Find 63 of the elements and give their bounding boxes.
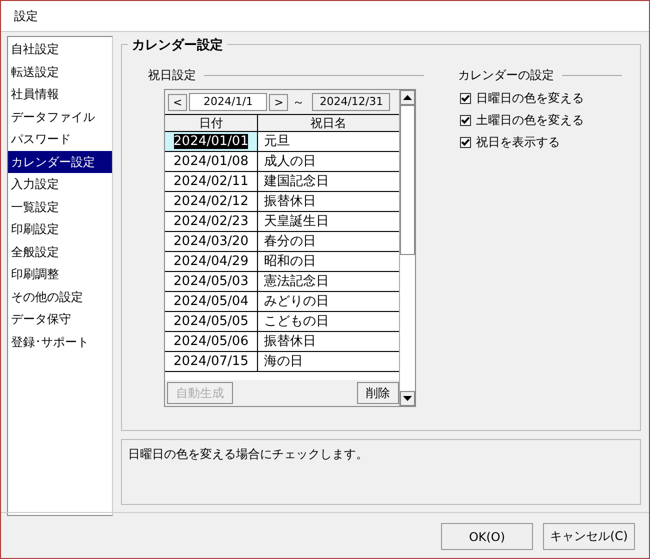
sidebar-item[interactable]: 一覧設定 — [8, 196, 112, 218]
holiday-name-cell[interactable]: 昭和の日 — [258, 252, 399, 271]
scroll-thumb[interactable] — [400, 105, 415, 255]
checkbox-label[interactable]: 土曜日の色を変える — [476, 112, 584, 128]
holiday-name-cell[interactable]: 憲法記念日 — [258, 272, 399, 291]
sidebar-item[interactable]: 転送設定 — [8, 60, 112, 83]
holiday-name-cell[interactable]: 建国記念日 — [258, 172, 399, 191]
sidebar-item[interactable]: その他の設定 — [8, 286, 112, 308]
date-cell[interactable]: 2024/05/04 — [165, 292, 258, 311]
holiday-name-cell[interactable]: こどもの日 — [258, 312, 399, 331]
column-header: 祝日名 — [310, 115, 348, 131]
sidebar-item[interactable]: データファイル — [8, 106, 112, 128]
column-header: 日付 — [165, 115, 258, 131]
date-cell[interactable]: 2024/01/08 — [165, 152, 258, 171]
sidebar-item[interactable]: 登録･サポート — [8, 330, 112, 353]
section-title: カレンダーの設定 — [458, 66, 554, 84]
checkbox-label[interactable]: 日曜日の色を変える — [476, 90, 584, 106]
holiday-name-cell[interactable]: 振替休日 — [258, 332, 399, 351]
date-cell[interactable]: 2024/05/06 — [165, 332, 258, 351]
date-cell[interactable]: 2024/07/15 — [165, 352, 258, 371]
date-cell[interactable]: 2024/03/20 — [165, 232, 258, 251]
next-button[interactable]: > — [269, 94, 288, 110]
checkbox-label[interactable]: 祝日を表示する — [476, 134, 560, 150]
date-cell[interactable]: 2024/04/29 — [165, 252, 258, 271]
dialog-button[interactable]: キャンセル(C) — [543, 523, 635, 550]
sidebar-item[interactable]: パスワード — [8, 128, 112, 150]
holiday-name-cell[interactable]: 春分の日 — [258, 232, 399, 251]
date-cell[interactable]: 2024/01/01 — [165, 132, 258, 151]
holiday-name-cell[interactable]: みどりの日 — [258, 292, 399, 311]
date-cell[interactable]: 2024/05/03 — [165, 272, 258, 291]
table-button[interactable]: 削除 — [357, 382, 399, 404]
help-text: 日曜日の色を変える場合にチェックします。 — [128, 447, 368, 461]
sidebar-item[interactable]: 印刷調整 — [8, 263, 112, 286]
holiday-name-cell[interactable]: 成人の日 — [258, 152, 399, 171]
holiday-name-cell[interactable]: 天皇誕生日 — [258, 212, 399, 231]
sidebar-item[interactable]: 自社設定 — [8, 38, 112, 60]
dialog-button[interactable]: OK(O) — [441, 523, 533, 550]
date-cell[interactable]: 2024/02/11 — [165, 172, 258, 191]
sidebar-item[interactable]: 印刷設定 — [8, 218, 112, 240]
scrollbar[interactable] — [399, 90, 415, 406]
sidebar-item[interactable]: 入力設定 — [8, 173, 112, 196]
start-date-field[interactable]: 2024/1/1 — [189, 93, 268, 111]
section-title: 祝日設定 — [148, 66, 196, 84]
date-cell[interactable]: 2024/05/05 — [165, 312, 258, 331]
sidebar-item[interactable]: 全般設定 — [8, 240, 112, 263]
checkbox[interactable] — [460, 114, 471, 126]
group-title: カレンダー設定 — [128, 36, 227, 54]
end-date-field[interactable]: 2024/12/31 — [312, 93, 390, 111]
previous-button[interactable]: < — [168, 94, 188, 110]
holiday-name-cell[interactable]: 海の日 — [258, 352, 399, 371]
sidebar-item[interactable]: カレンダー設定 — [8, 150, 112, 173]
window-title: 設定 — [14, 8, 38, 24]
sidebar-item[interactable]: 社員情報 — [8, 83, 112, 106]
date-cell[interactable]: 2024/02/23 — [165, 212, 258, 231]
checkbox[interactable] — [460, 92, 471, 104]
sidebar-item[interactable]: データ保守 — [8, 308, 112, 330]
holiday-name-cell[interactable]: 振替休日 — [258, 192, 399, 211]
range-separator: ～ — [291, 94, 306, 110]
holiday-name-cell[interactable]: 元旦 — [258, 132, 399, 151]
checkbox[interactable] — [460, 136, 471, 148]
date-cell[interactable]: 2024/02/12 — [165, 192, 258, 211]
scroll-up-icon[interactable] — [400, 90, 415, 105]
scroll-down-icon[interactable] — [400, 391, 415, 406]
